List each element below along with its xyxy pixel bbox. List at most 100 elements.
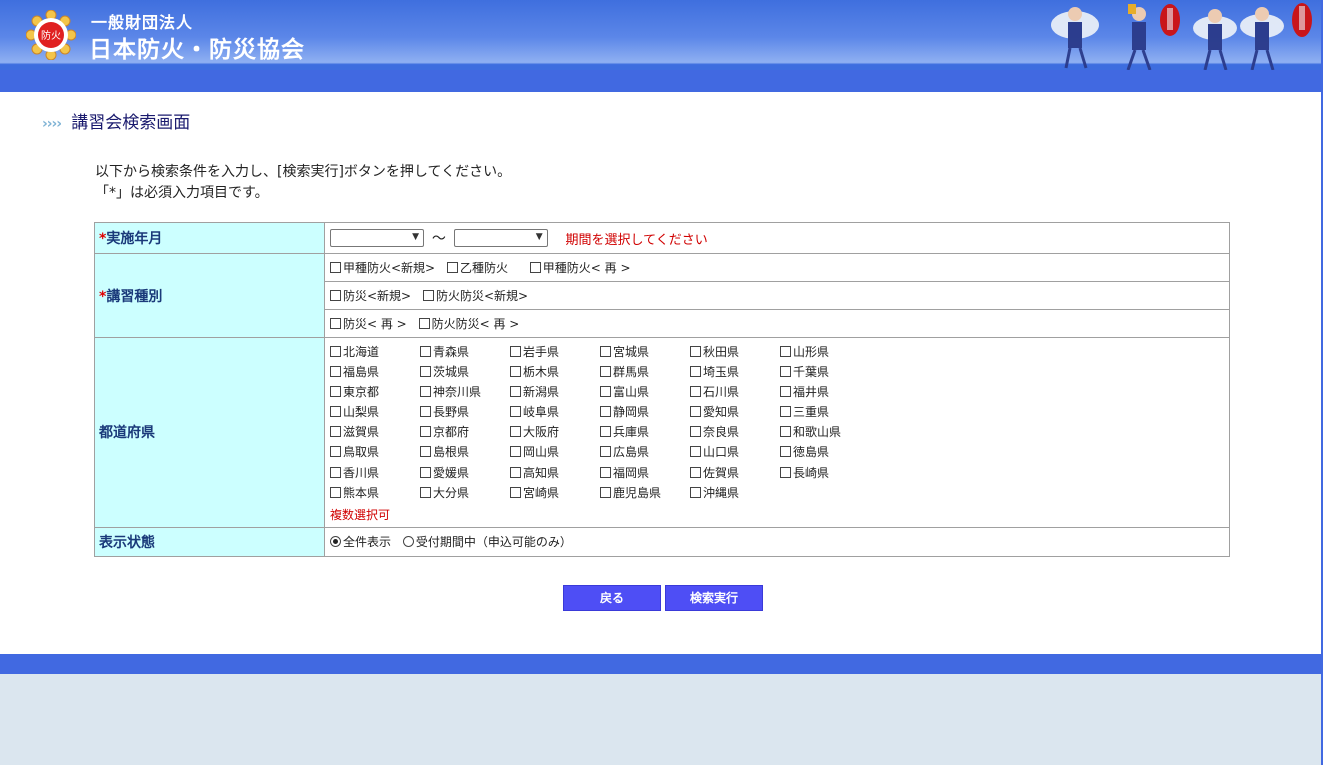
checkbox[interactable]	[510, 426, 521, 438]
prefecture-option[interactable]: 大阪府	[510, 423, 600, 440]
prefecture-option[interactable]: 大分県	[420, 484, 510, 501]
radio-button[interactable]	[330, 536, 341, 548]
prefecture-option[interactable]: 山梨県	[330, 403, 420, 420]
prefecture-option[interactable]: 宮崎県	[510, 484, 600, 501]
checkbox[interactable]	[330, 406, 341, 418]
checkbox[interactable]	[600, 466, 611, 478]
display-option-all[interactable]: 全件表示	[330, 533, 391, 550]
prefecture-option[interactable]: 福井県	[780, 383, 870, 400]
checkbox[interactable]	[330, 386, 341, 398]
prefecture-option[interactable]: 茨城県	[420, 363, 510, 380]
checkbox[interactable]	[420, 386, 431, 398]
checkbox[interactable]	[330, 486, 341, 498]
checkbox[interactable]	[330, 346, 341, 357]
checkbox[interactable]	[780, 426, 791, 438]
checkbox[interactable]	[420, 446, 431, 458]
checkbox[interactable]	[510, 486, 521, 498]
back-button[interactable]: 戻る	[563, 585, 661, 611]
display-option-open[interactable]: 受付期間中（申込可能のみ）	[402, 533, 572, 550]
prefecture-option[interactable]: 京都府	[420, 423, 510, 440]
course-type-option[interactable]: 防災<新規>	[330, 287, 411, 304]
checkbox[interactable]	[690, 466, 701, 478]
prefecture-option[interactable]: 高知県	[510, 464, 600, 481]
checkbox[interactable]	[420, 466, 431, 478]
prefecture-option[interactable]: 和歌山県	[780, 423, 870, 440]
prefecture-option[interactable]: 三重県	[780, 403, 870, 420]
prefecture-option[interactable]: 岐阜県	[510, 403, 600, 420]
checkbox[interactable]	[600, 426, 611, 438]
prefecture-option[interactable]: 福岡県	[600, 464, 690, 481]
prefecture-option[interactable]: 滋賀県	[330, 423, 420, 440]
checkbox[interactable]	[780, 406, 791, 418]
prefecture-option[interactable]: 埼玉県	[690, 363, 780, 380]
prefecture-option[interactable]: 長野県	[420, 403, 510, 420]
prefecture-option[interactable]: 群馬県	[600, 363, 690, 380]
course-type-option[interactable]: 防火防災<新規>	[422, 287, 528, 304]
checkbox[interactable]	[420, 366, 431, 378]
checkbox[interactable]	[690, 426, 701, 438]
prefecture-option[interactable]: 鳥取県	[330, 443, 420, 460]
checkbox[interactable]	[420, 346, 431, 357]
checkbox[interactable]	[330, 366, 341, 378]
checkbox[interactable]	[510, 386, 521, 398]
course-type-option[interactable]: 甲種防火<新規>	[330, 259, 435, 276]
checkbox[interactable]	[446, 262, 458, 273]
checkbox[interactable]	[330, 318, 341, 329]
checkbox[interactable]	[780, 466, 791, 478]
checkbox[interactable]	[780, 366, 791, 378]
prefecture-option[interactable]: 佐賀県	[690, 464, 780, 481]
checkbox[interactable]	[600, 366, 611, 378]
checkbox[interactable]	[420, 486, 431, 498]
checkbox[interactable]	[690, 406, 701, 418]
prefecture-option[interactable]: 香川県	[330, 464, 420, 481]
prefecture-option[interactable]: 青森県	[420, 343, 510, 360]
period-to-select[interactable]: ▼	[453, 229, 548, 247]
prefecture-option[interactable]: 徳島県	[780, 443, 870, 460]
course-type-option[interactable]: 防災< 再 >	[330, 315, 407, 332]
checkbox[interactable]	[690, 446, 701, 458]
checkbox[interactable]	[330, 290, 341, 301]
prefecture-option[interactable]: 愛媛県	[420, 464, 510, 481]
prefecture-option[interactable]: 神奈川県	[420, 383, 510, 400]
prefecture-option[interactable]: 岩手県	[510, 343, 600, 360]
prefecture-option[interactable]: 東京都	[330, 383, 420, 400]
prefecture-option[interactable]: 奈良県	[690, 423, 780, 440]
prefecture-option[interactable]: 宮城県	[600, 343, 690, 360]
checkbox[interactable]	[529, 262, 541, 273]
prefecture-option[interactable]: 岡山県	[510, 443, 600, 460]
prefecture-option[interactable]: 福島県	[330, 363, 420, 380]
prefecture-option[interactable]: 静岡県	[600, 403, 690, 420]
checkbox[interactable]	[690, 486, 701, 498]
prefecture-option[interactable]: 山口県	[690, 443, 780, 460]
prefecture-option[interactable]: 兵庫県	[600, 423, 690, 440]
checkbox[interactable]	[690, 366, 701, 378]
prefecture-option[interactable]: 北海道	[330, 343, 420, 360]
prefecture-option[interactable]: 熊本県	[330, 484, 420, 501]
search-button[interactable]: 検索実行	[665, 585, 763, 611]
checkbox[interactable]	[422, 290, 434, 301]
checkbox[interactable]	[330, 262, 341, 273]
prefecture-option[interactable]: 石川県	[690, 383, 780, 400]
checkbox[interactable]	[780, 446, 791, 458]
checkbox[interactable]	[600, 386, 611, 398]
checkbox[interactable]	[780, 346, 791, 357]
checkbox[interactable]	[418, 318, 430, 329]
prefecture-option[interactable]: 秋田県	[690, 343, 780, 360]
checkbox[interactable]	[330, 466, 341, 478]
checkbox[interactable]	[510, 446, 521, 458]
prefecture-option[interactable]: 富山県	[600, 383, 690, 400]
checkbox[interactable]	[690, 346, 701, 357]
checkbox[interactable]	[600, 406, 611, 418]
checkbox[interactable]	[510, 466, 521, 478]
prefecture-option[interactable]: 長崎県	[780, 464, 870, 481]
checkbox[interactable]	[780, 386, 791, 398]
prefecture-option[interactable]: 鹿児島県	[600, 484, 690, 501]
course-type-option[interactable]: 乙種防火	[446, 259, 508, 276]
checkbox[interactable]	[420, 426, 431, 438]
radio-button[interactable]	[402, 536, 414, 548]
course-type-option[interactable]: 甲種防火< 再 >	[529, 259, 631, 276]
prefecture-option[interactable]: 広島県	[600, 443, 690, 460]
checkbox[interactable]	[600, 346, 611, 357]
prefecture-option[interactable]: 千葉県	[780, 363, 870, 380]
checkbox[interactable]	[510, 366, 521, 378]
